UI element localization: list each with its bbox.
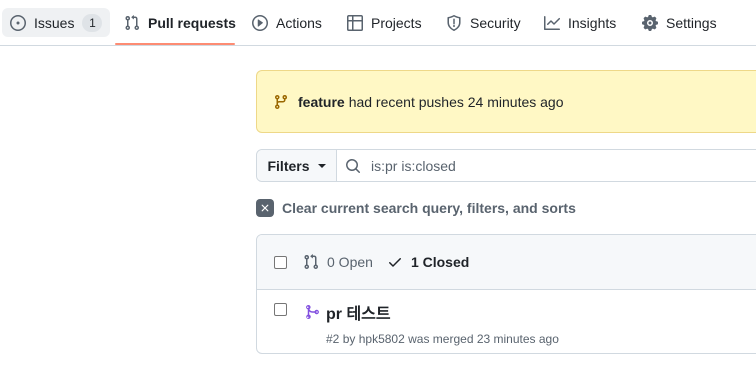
pr-meta: #2 by hpk5802 was merged 23 minutes ago — [326, 332, 559, 346]
select-all-checkbox[interactable] — [274, 255, 287, 269]
banner-message: had recent pushes 24 minutes ago — [348, 93, 564, 110]
list-header: 0 Open 1 Closed — [257, 235, 756, 290]
filter-bar: Filters — [256, 149, 756, 182]
git-branch-icon — [275, 94, 287, 109]
issue-opened-icon — [10, 14, 26, 31]
tab-issues-label: Issues — [34, 14, 75, 31]
search-input[interactable] — [371, 157, 751, 174]
recent-pushes-banner: feature had recent pushes 24 minutes ago — [256, 70, 756, 133]
search-icon — [346, 158, 360, 173]
closed-filter-link[interactable]: 1 Closed — [387, 254, 469, 270]
gear-icon — [642, 14, 658, 31]
open-filter-link[interactable]: 0 Open — [303, 254, 373, 270]
tab-actions[interactable]: Actions — [244, 8, 330, 37]
closed-count-label: 1 Closed — [410, 254, 470, 270]
graph-icon — [544, 15, 560, 30]
pr-by: by — [342, 332, 356, 346]
tab-security-label: Security — [470, 14, 521, 31]
pr-status: was merged 23 minutes ago — [408, 332, 559, 346]
tab-issues[interactable]: Issues 1 — [2, 8, 111, 37]
git-pull-request-icon — [125, 14, 139, 30]
play-icon — [252, 14, 268, 31]
x-icon — [256, 199, 274, 217]
row-checkbox[interactable] — [274, 303, 287, 316]
repo-tab-nav: Issues 1 Pull requests Actions Projects … — [0, 0, 756, 46]
open-count-label: 0 Open — [327, 254, 373, 270]
issues-count-badge: 1 — [82, 13, 103, 32]
tab-insights[interactable]: Insights — [536, 8, 624, 37]
tab-pull-requests-label: Pull requests — [148, 14, 236, 31]
git-pull-request-icon — [304, 254, 318, 270]
tab-actions-label: Actions — [276, 14, 322, 31]
table-icon — [347, 14, 363, 31]
branch-name[interactable]: feature — [298, 94, 345, 110]
tab-pull-requests[interactable]: Pull requests — [116, 8, 244, 37]
pr-number: #2 — [326, 332, 340, 346]
selected-tab-underline — [115, 43, 235, 45]
tab-projects-label: Projects — [371, 14, 422, 31]
clear-filters-link[interactable]: Clear current search query, filters, and… — [256, 199, 576, 217]
pr-author-link[interactable]: hpk5802 — [359, 332, 405, 346]
search-box — [337, 150, 756, 181]
tab-insights-label: Insights — [568, 14, 617, 31]
tab-settings[interactable]: Settings — [634, 8, 725, 37]
git-merge-icon — [306, 304, 319, 320]
list-item: pr 테스트 #2 by hpk5802 was merged 23 minut… — [257, 290, 756, 353]
check-icon — [388, 258, 401, 267]
pr-title-link[interactable]: pr 테스트 — [326, 300, 391, 324]
pull-request-list: 0 Open 1 Closed pr 테스트 #2 by hpk5802 was… — [256, 234, 756, 354]
shield-icon — [447, 14, 461, 31]
caret-down-icon — [317, 163, 326, 168]
tab-security[interactable]: Security — [438, 8, 529, 37]
tab-projects[interactable]: Projects — [339, 8, 430, 37]
filters-label: Filters — [267, 157, 310, 174]
clear-filters-label: Clear current search query, filters, and… — [282, 200, 576, 216]
tab-settings-label: Settings — [666, 14, 717, 31]
filters-dropdown-button[interactable]: Filters — [257, 150, 337, 181]
